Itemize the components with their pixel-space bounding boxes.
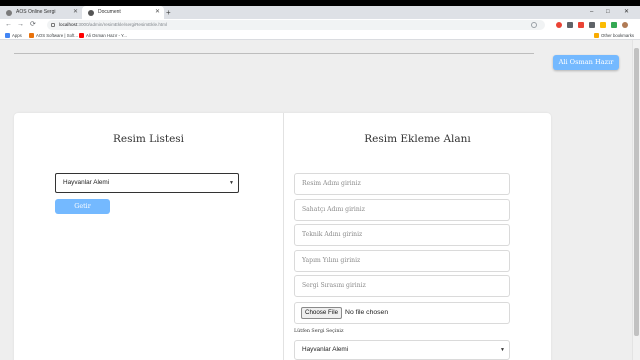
zoom-icon[interactable] — [531, 22, 537, 28]
header-divider — [14, 53, 534, 54]
bookmark-label: AOS Software | Soft... — [36, 33, 78, 38]
tab-aos-online-sergi[interactable]: AOS Online Sergi ✕ — [0, 6, 82, 19]
bookmark-aos-software[interactable]: AOS Software | Soft... — [29, 31, 78, 40]
close-window-button[interactable]: ✕ — [624, 6, 629, 19]
chevron-down-icon: ▼ — [229, 180, 234, 186]
extension-icon[interactable] — [567, 22, 573, 28]
youtube-icon — [79, 33, 84, 38]
user-name-button[interactable]: Ali Osman Hazır — [553, 55, 619, 70]
new-tab-button[interactable]: + — [166, 6, 171, 19]
tab-label: AOS Online Sergi — [16, 9, 56, 15]
tab-document[interactable]: Document ✕ — [82, 6, 164, 19]
extension-icon[interactable] — [611, 22, 617, 28]
bookmark-ali-osman-hazir[interactable]: Ali Osman Hazır - Y... — [79, 31, 127, 40]
extension-icon[interactable] — [556, 22, 562, 28]
bookmark-apps[interactable]: Apps — [5, 31, 22, 40]
bookmarks-bar: Apps AOS Software | Soft... Ali Osman Ha… — [0, 31, 640, 40]
getir-button[interactable]: Getir — [55, 199, 110, 214]
yapim-yili-input[interactable]: Yapım Yılını giriniz — [294, 250, 510, 272]
bookmark-label: Apps — [12, 33, 22, 38]
reload-button[interactable]: ⟳ — [30, 19, 36, 31]
file-input[interactable]: Choose File No file chosen — [294, 302, 510, 324]
extension-icon[interactable] — [578, 22, 584, 28]
select-value: Hayvanlar Alemi — [302, 346, 349, 353]
browser-toolbar: ← → ⟳ localhost:3000/admin/resimEkle/ser… — [0, 19, 640, 31]
apps-grid-icon — [5, 33, 10, 38]
folder-icon — [594, 33, 600, 38]
tab-label: Document — [98, 9, 121, 15]
teknik-adi-input[interactable]: Teknik Adını giriniz — [294, 224, 510, 246]
scrollbar-thumb[interactable] — [634, 48, 639, 336]
page-scrollbar[interactable] — [632, 40, 640, 360]
maximize-button[interactable]: □ — [606, 6, 610, 19]
tab-close-icon[interactable]: ✕ — [155, 6, 160, 19]
file-status: No file chosen — [345, 309, 389, 316]
back-button[interactable]: ← — [5, 19, 12, 31]
bookmark-label: Ali Osman Hazır - Y... — [86, 33, 127, 38]
minimize-button[interactable]: – — [590, 6, 593, 19]
sergi-select-right[interactable]: Hayvanlar Alemi ▼ — [294, 340, 510, 360]
resim-adi-input[interactable]: Resim Adını giriniz — [294, 173, 510, 195]
panel-divider — [283, 113, 284, 360]
tab-strip: AOS Online Sergi ✕ Document ✕ + – □ ✕ — [0, 6, 640, 19]
forward-button[interactable]: → — [17, 19, 24, 31]
page-viewport: Ali Osman Hazır Resim Listesi Hayvanlar … — [0, 40, 632, 360]
bookmark-favicon-icon — [29, 33, 34, 38]
info-icon[interactable] — [51, 23, 55, 27]
choose-file-button[interactable]: Choose File — [301, 307, 343, 319]
chevron-down-icon: ▼ — [500, 347, 505, 353]
sahatci-adi-input[interactable]: Sahatçı Adını giriniz — [294, 199, 510, 221]
select-value: Hayvanlar Alemi — [63, 179, 110, 186]
resim-listesi-title: Resim Listesi — [112, 133, 185, 145]
sergi-select-left[interactable]: Hayvanlar Alemi ▼ — [55, 173, 239, 193]
other-bookmarks[interactable]: Other bookmarks — [594, 31, 634, 40]
sergi-label: Lütfen Sergi Seçiniz — [294, 329, 344, 334]
tab-favicon-icon — [88, 10, 94, 16]
url-host: localhost — [59, 22, 78, 27]
extension-icon[interactable] — [600, 22, 606, 28]
extension-icon[interactable] — [589, 22, 595, 28]
address-bar[interactable]: localhost:3000/admin/resimEkle/sergiResi… — [47, 20, 545, 30]
resim-ekleme-title: Resim Ekleme Alanı — [364, 133, 471, 145]
sergi-sirasi-input[interactable]: Sergi Sırasını giriniz — [294, 275, 510, 297]
bookmark-label: Other bookmarks — [601, 33, 634, 38]
tab-close-icon[interactable]: ✕ — [73, 6, 78, 19]
tab-favicon-icon — [6, 10, 12, 16]
profile-avatar[interactable] — [622, 22, 628, 28]
url-path: :3000/admin/resimEkle/sergiResimEkle.htm… — [77, 22, 168, 27]
